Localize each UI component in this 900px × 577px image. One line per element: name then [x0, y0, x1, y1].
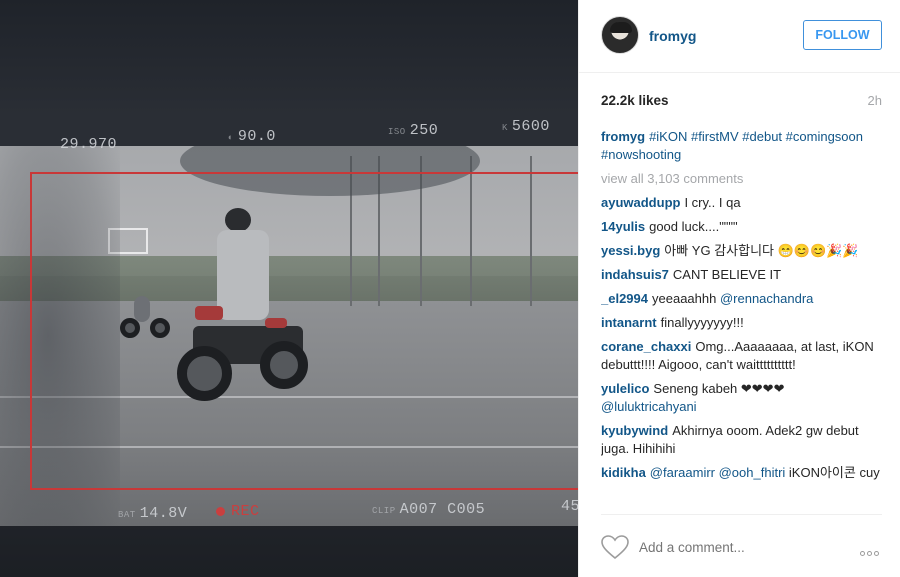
comment-item: kidikha @faraamirr @ooh_fhitri iKON아이콘 cu…	[601, 464, 882, 482]
avatar[interactable]	[601, 16, 639, 54]
rec-indicator-icon	[216, 506, 225, 516]
hud-shutter: ◐ 90.0	[228, 128, 276, 145]
author-username[interactable]: fromyg	[649, 28, 696, 44]
add-comment-input[interactable]	[639, 540, 839, 555]
frame-guide-bottom	[30, 488, 578, 490]
comment-footer	[601, 514, 882, 577]
comment-text: good luck....""""	[649, 219, 738, 234]
hashtag-link[interactable]: #debut	[742, 129, 782, 144]
hashtag-link[interactable]: #iKON	[649, 129, 687, 144]
hud-rec: REC	[216, 503, 260, 520]
post-photo: 29.970 ◐ 90.0 ISO 250 K 5600 BAT 14.8V REC C…	[0, 0, 578, 577]
comment-item: intanarnt finallyyyyyyy!!!	[601, 314, 882, 332]
comment-item: 14yulis good luck....""""	[601, 218, 882, 236]
comment-text: Seneng kabeh ❤❤❤❤	[653, 381, 785, 396]
hud-iso: ISO 250	[388, 122, 439, 139]
frame-guide-left	[30, 172, 32, 490]
comment-text: iKON아이콘 cuy	[785, 465, 880, 480]
comment-item: yessi.byg 아빠 YG 감사합니다 😁😊😊🎉🎉	[601, 242, 882, 260]
post-sidebar: fromyg FOLLOW 22.2k likes 2h fromyg #iKON…	[578, 0, 900, 577]
hashtag-link[interactable]: #nowshooting	[601, 147, 681, 162]
comment-mention[interactable]: @rennachandra	[720, 291, 813, 306]
comment-username[interactable]: yulelico	[601, 381, 649, 396]
view-all-comments-link[interactable]: view all 3,103 comments	[601, 170, 882, 188]
comment-text: CANT BELIEVE IT	[672, 267, 782, 282]
hud-clip: CLIP A007 C005	[372, 501, 486, 518]
main-rider	[175, 206, 310, 416]
heart-outline-icon[interactable]	[601, 535, 629, 561]
hud-right-edge: 45	[561, 498, 578, 515]
follow-button[interactable]: FOLLOW	[803, 20, 882, 50]
post-caption: fromyg #iKON #firstMV #debut #comingsoon …	[601, 128, 882, 164]
comment-item: _el2994 yeeaaahhh @rennachandra	[601, 290, 882, 308]
likes-count[interactable]: 22.2k likes	[601, 93, 669, 108]
comment-text: 아빠 YG 감사합니다 😁😊😊🎉🎉	[664, 243, 859, 258]
comment-mention[interactable]: @luluktricahyani	[601, 399, 697, 414]
hand-shadow	[0, 146, 120, 526]
comment-item: indahsuis7 CANT BELIEVE IT	[601, 266, 882, 284]
more-options-icon[interactable]	[858, 543, 882, 556]
frame-guide-top	[30, 172, 578, 174]
comment-list: fromyg #iKON #firstMV #debut #comingsoon …	[601, 128, 882, 512]
hud-voltage: BAT 14.8V	[118, 505, 188, 522]
comment-username[interactable]: ayuwaddupp	[601, 195, 680, 210]
post-header: fromyg FOLLOW	[579, 0, 900, 73]
comment-item: corane_chaxxi Omg...Aaaaaaaa, at last, iK…	[601, 338, 882, 374]
comment-username[interactable]: 14yulis	[601, 219, 645, 234]
caption-username[interactable]: fromyg	[601, 129, 645, 144]
stats-row: 22.2k likes 2h	[601, 93, 882, 111]
hashtag-link[interactable]: #firstMV	[691, 129, 739, 144]
comment-username[interactable]: corane_chaxxi	[601, 339, 691, 354]
comment-username[interactable]: kidikha	[601, 465, 646, 480]
hud-kelvin: K 5600	[502, 118, 550, 135]
hud-fps: 29.970	[60, 136, 118, 153]
comment-username[interactable]: intanarnt	[601, 315, 657, 330]
comment-username[interactable]: yessi.byg	[601, 243, 660, 258]
fence-post	[470, 156, 472, 306]
camera-viewfinder	[0, 146, 578, 526]
instagram-post-view: 29.970 ◐ 90.0 ISO 250 K 5600 BAT 14.8V REC C…	[0, 0, 900, 577]
comment-text: I cry.. I qa	[684, 195, 741, 210]
comment-text: yeeaaahhh	[652, 291, 720, 306]
comment-item: yulelico Seneng kabeh ❤❤❤❤ @luluktricahya…	[601, 380, 882, 416]
comment-username[interactable]: indahsuis7	[601, 267, 669, 282]
comment-mention[interactable]: @faraamirr @ooh_fhitri	[650, 465, 786, 480]
fence-post	[530, 156, 532, 306]
hashtag-link[interactable]: #comingsoon	[786, 129, 863, 144]
comment-text: finallyyyyyyy!!!	[660, 315, 744, 330]
comment-username[interactable]: _el2994	[601, 291, 648, 306]
post-time[interactable]: 2h	[868, 93, 882, 108]
comment-item: kyubywind Akhirnya ooom. Adek2 gw debut j…	[601, 422, 882, 458]
background-rider	[120, 296, 170, 341]
comment-item: ayuwaddupp I cry.. I qa	[601, 194, 882, 212]
comment-username[interactable]: kyubywind	[601, 423, 668, 438]
